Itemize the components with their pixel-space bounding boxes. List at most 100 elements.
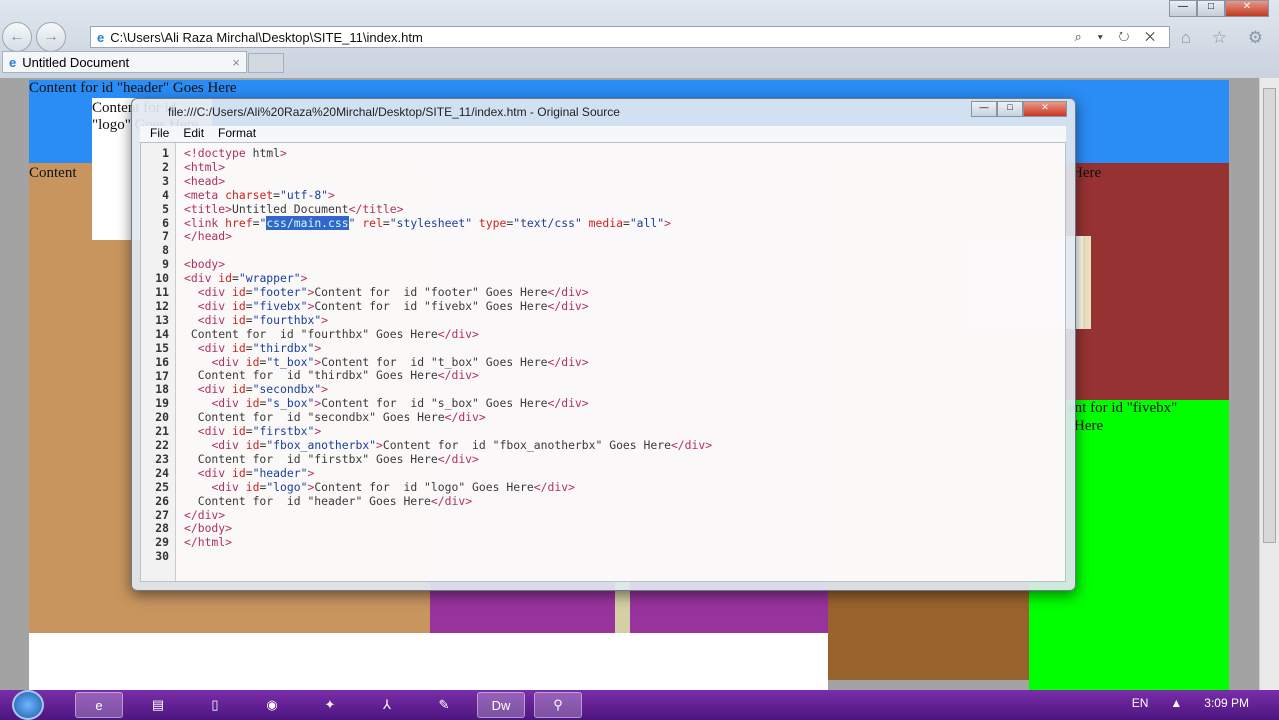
window-controls: — □ ✕ [1169,0,1269,17]
minimize-button[interactable]: — [1169,0,1197,17]
code-line: <div id="fourthbx"> [197,312,329,327]
tab-title: Untitled Document [22,54,130,70]
line-numbers: 1 2 3 4 5 6 7 8 9 10 11 12 13 14 15 16 17 18 19 20 21 22 23 24 2… [141,143,176,581]
code-line: Content for id "secondbx" Goes Here</div… [184,410,486,425]
taskbar-app-0[interactable]: e [75,692,123,718]
page-scrollbar[interactable] [1259,78,1279,690]
line-number: 17 [155,368,169,383]
line-number: 30 [155,549,169,564]
line-number: 10 [155,271,169,286]
content-text: Content [29,165,77,181]
code-line: </div> [184,507,226,522]
code-line: Content for id "header" Goes Here</div> [184,493,473,508]
line-number: 18 [155,382,169,397]
source-minimize-button[interactable]: — [971,101,997,117]
taskbar-app-3[interactable]: ◉ [248,692,296,718]
taskbar-app-8[interactable]: ⚲ [534,692,582,718]
code-line: <div id="footer">Content for id "footer"… [197,285,589,300]
source-lines[interactable]: <!doctype html> <html> <head> <meta charset… [184,146,713,564]
line-number: 28 [155,521,169,536]
code-line: <div id="secondbx"> [197,382,329,397]
home-favorites-tools-icons[interactable]: ⌂ ☆ ⚙ [1181,28,1271,48]
tray-arrow-icon[interactable]: ▲ [1170,696,1182,710]
forward-button[interactable]: → [36,22,66,52]
menu-edit[interactable]: Edit [183,126,204,142]
footer-box [29,633,828,690]
line-number: 2 [162,159,169,174]
line-number: 27 [155,507,169,522]
tab-close-icon[interactable]: × [232,55,240,70]
code-line: <div id="firstbx"> [197,424,322,439]
line-number: 16 [155,354,169,369]
taskbar-app-7[interactable]: Dw [477,692,525,718]
taskbar-app-1[interactable]: ▤ [134,692,182,718]
back-button[interactable]: ← [2,22,32,52]
address-bar[interactable]: e C:\Users\Ali Raza Mirchal\Desktop\SITE_… [90,26,1170,48]
menu-file[interactable]: File [150,126,169,142]
source-window-title: file:///C:/Users/Ali%20Raza%20Mirchal/De… [168,105,620,119]
code-line: <link href="css/main.css" rel="styleshee… [184,215,671,230]
code-line: <div id="s_box">Content for id "s_box" G… [211,396,589,411]
source-maximize-button[interactable]: □ [997,101,1023,117]
line-number: 13 [155,312,169,327]
code-line: <div id="wrapper"> [184,271,308,286]
view-source-window: file:///C:/Users/Ali%20Raza%20Mirchal/De… [131,98,1076,591]
address-tools[interactable]: ⌕ ▾ ↻ ✕ [1075,29,1169,45]
code-line: <title>Untitled Document</title> [184,201,404,216]
taskbar-app-6[interactable]: ✎ [420,692,468,718]
maximize-button[interactable]: □ [1197,0,1225,17]
code-line: Content for id "firstbx" Goes Here</div> [184,451,479,466]
taskbar-app-4[interactable]: ✦ [306,692,354,718]
clock[interactable]: 3:09 PM [1204,696,1249,710]
line-number: 1 [162,146,169,160]
line-number: 29 [155,535,169,550]
language-indicator[interactable]: EN [1132,696,1149,710]
code-line: <div id="header"> [197,465,315,480]
taskbar-app-5[interactable]: ⅄ [363,692,411,718]
code-line: <div id="fbox_anotherbx">Content for id … [211,438,713,453]
line-number: 4 [162,187,169,202]
source-close-button[interactable]: ✕ [1023,101,1067,117]
line-number: 7 [162,229,169,244]
code-line: Content for id "fourthbx" Goes Here</div… [184,326,479,341]
close-button[interactable]: ✕ [1225,0,1269,17]
taskbar-app-2[interactable]: ▯ [191,692,239,718]
code-line: <div id="logo">Content for id "logo" Goe… [211,479,575,494]
source-menu-bar: File Edit Format [140,126,1066,142]
line-number: 9 [162,257,169,272]
browser-chrome: — □ ✕ ← → e C:\Users\Ali Raza Mirchal\Deskto… [0,0,1279,78]
scrollbar-thumb[interactable] [1263,88,1276,543]
line-number: 20 [155,410,169,425]
line-number: 25 [155,479,169,494]
source-code-view[interactable]: 1 2 3 4 5 6 7 8 9 10 11 12 13 14 15 16 17 18 19 20 21 22 23 24 2… [140,142,1066,582]
code-line: <head> [184,173,226,188]
line-number: 21 [155,424,169,439]
code-line: Content for id "thirdbx" Goes Here</div> [184,368,479,383]
line-number: 6 [162,215,169,230]
fivebx-here: Here [1074,418,1104,434]
address-text: C:\Users\Ali Raza Mirchal\Desktop\SITE_1… [110,29,423,45]
new-tab-button[interactable] [248,53,284,73]
line-number: 22 [155,438,169,453]
line-number: 23 [155,451,169,466]
code-line: </head> [184,229,233,244]
fivebx-text: ent for id "fivebx" [1068,400,1178,416]
tab-untitled-document[interactable]: e Untitled Document × [2,51,247,73]
code-line: </html> [184,535,233,550]
taskbar: e ▤ ▯ ◉ ✦ ⅄ ✎ Dw ⚲ EN ▲ 3:09 PM [0,690,1279,720]
menu-format[interactable]: Format [218,126,256,142]
code-line: <div id="t_box">Content for id "t_box" G… [211,354,589,369]
line-number: 12 [155,298,169,313]
code-line: <!doctype html> [184,146,287,160]
code-line: <body> [184,257,226,272]
here-text: Here [1072,165,1102,181]
line-number: 5 [162,201,169,216]
ie-page-icon: e [97,29,105,45]
start-button[interactable] [12,690,44,720]
line-number: 14 [155,326,169,341]
line-number: 26 [155,493,169,508]
header-text: Content for id "header" Goes Here [29,80,237,96]
line-number: 11 [155,285,169,300]
code-line: <html> [184,159,226,174]
